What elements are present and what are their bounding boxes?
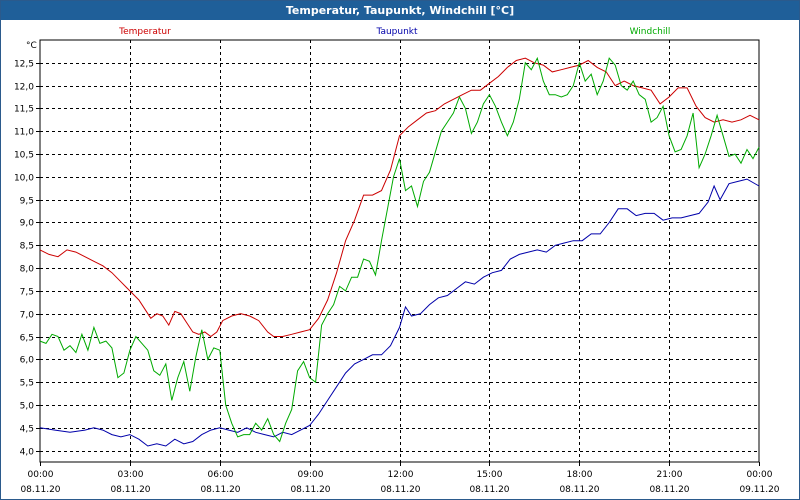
x-tick-time-label: 00:00 bbox=[747, 470, 773, 480]
y-tick-label: 8,0 bbox=[20, 265, 35, 275]
x-tick-date-label: 08.11.20 bbox=[469, 485, 509, 495]
y-tick-label: 7,0 bbox=[20, 311, 35, 321]
y-axis-ticks: 4,0 4,5 5,0 5,5 6,0 6,5 7,0 7,5 8,0 8,5 9,0 9,5 10,0… bbox=[14, 60, 40, 458]
y-tick-label: 9,0 bbox=[20, 219, 35, 229]
series-line-temperatur bbox=[39, 57, 760, 338]
legend-entry-taupunkt: Taupunkt bbox=[375, 27, 418, 37]
y-tick-label: 4,0 bbox=[20, 448, 35, 458]
y-tick-label: 10,0 bbox=[14, 174, 34, 184]
chart-canvas: 4,0 4,5 5,0 5,5 6,0 6,5 7,0 7,5 8,0 8,5 9,0 9,5 10,0… bbox=[14, 27, 780, 495]
x-tick-time-label: 18:00 bbox=[567, 470, 593, 480]
legend: Temperatur Taupunkt Windchill bbox=[118, 27, 670, 37]
x-tick-date-label: 09.11.20 bbox=[739, 485, 779, 495]
grid-lines bbox=[40, 40, 759, 462]
y-tick-label: 6,5 bbox=[20, 334, 34, 344]
x-tick-date-label: 08.11.20 bbox=[110, 485, 150, 495]
x-tick-date-label: 08.11.20 bbox=[559, 485, 599, 495]
plot-area-frame bbox=[39, 39, 760, 463]
y-tick-label: 8,5 bbox=[20, 242, 34, 252]
x-tick-date-label: 08.11.20 bbox=[20, 485, 60, 495]
y-tick-label: 5,5 bbox=[20, 379, 34, 389]
x-tick-time-label: 09:00 bbox=[298, 470, 324, 480]
y-tick-label: 5,0 bbox=[20, 402, 35, 412]
legend-entry-windchill: Windchill bbox=[630, 27, 671, 37]
x-tick-time-label: 06:00 bbox=[208, 470, 234, 480]
x-tick-time-label: 03:00 bbox=[118, 470, 144, 480]
x-tick-time-label: 15:00 bbox=[477, 470, 503, 480]
y-tick-label: 4,5 bbox=[20, 425, 34, 435]
x-tick-time-label: 00:00 bbox=[28, 470, 54, 480]
x-tick-date-label: 08.11.20 bbox=[649, 485, 689, 495]
y-tick-label: 9,5 bbox=[20, 197, 34, 207]
x-tick-date-label: 08.11.20 bbox=[200, 485, 240, 495]
x-tick-date-label: 08.11.20 bbox=[290, 485, 330, 495]
legend-entry-temperatur: Temperatur bbox=[118, 27, 171, 37]
series-line-taupunkt bbox=[39, 178, 760, 447]
x-tick-date-label: 08.11.20 bbox=[380, 485, 420, 495]
series-lines bbox=[39, 56, 760, 447]
y-tick-label: 7,5 bbox=[20, 288, 34, 298]
x-axis-ticks: 00:00 08.11.20 03:00 08.11.20 06:00 08.11.20 0… bbox=[20, 462, 780, 495]
y-tick-label: 11,0 bbox=[14, 128, 34, 138]
y-tick-label: 11,5 bbox=[14, 105, 34, 115]
y-axis-label: °C bbox=[26, 41, 37, 51]
y-tick-label: 10,5 bbox=[14, 151, 34, 161]
y-tick-label: 12,0 bbox=[14, 83, 34, 93]
y-tick-label: 6,0 bbox=[20, 356, 35, 366]
x-tick-time-label: 12:00 bbox=[388, 470, 414, 480]
series-line-windchill bbox=[39, 56, 760, 443]
x-tick-time-label: 21:00 bbox=[657, 470, 683, 480]
y-tick-label: 12,5 bbox=[14, 60, 34, 70]
